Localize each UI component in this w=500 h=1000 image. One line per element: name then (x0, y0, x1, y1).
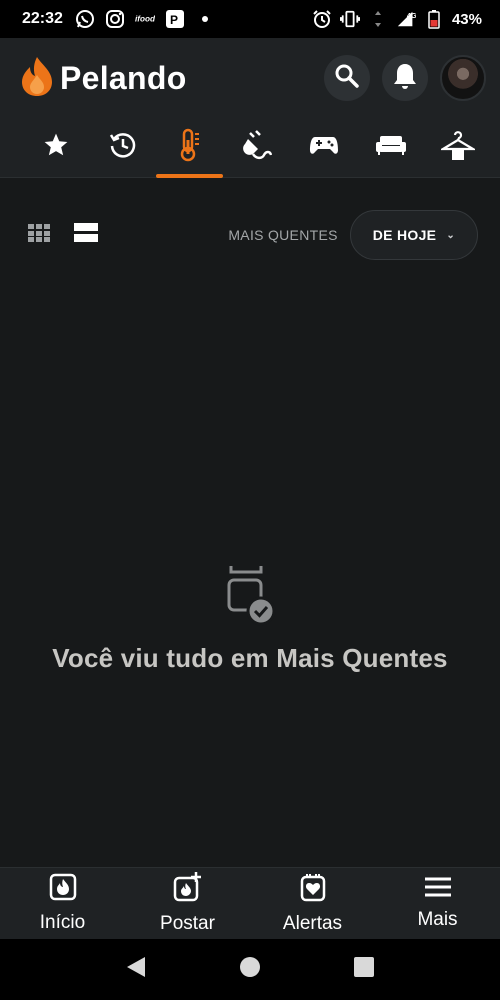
app-name: Pelando (60, 59, 187, 96)
app-logo[interactable]: Pelando (20, 55, 187, 102)
svg-text:P: P (170, 13, 178, 27)
empty-state-message: Você viu tudo em Mais Quentes (52, 643, 448, 673)
tab-games[interactable] (290, 118, 357, 178)
svg-text:4G: 4G (407, 11, 416, 20)
nav-more[interactable]: Mais (375, 868, 500, 939)
tab-home[interactable] (357, 118, 424, 178)
nav-alerts[interactable]: Alertas (250, 868, 375, 939)
tab-featured[interactable] (22, 118, 89, 178)
nav-post[interactable]: Postar (125, 868, 250, 939)
notifications-button[interactable] (382, 55, 428, 101)
home-flame-icon (49, 873, 77, 906)
avatar[interactable] (440, 55, 486, 101)
instagram-icon (105, 9, 125, 29)
whatsapp-icon (75, 9, 95, 29)
post-add-icon (173, 872, 203, 907)
plug-icon (242, 129, 272, 166)
alerts-icon (300, 872, 326, 907)
flame-logo-icon (20, 55, 54, 102)
search-icon (334, 63, 360, 94)
list-view-icon[interactable] (74, 222, 98, 248)
ifood-icon: ifood (135, 9, 155, 29)
signal-icon: 4G (396, 9, 416, 29)
hanger-icon (438, 129, 477, 166)
tab-hottest[interactable] (156, 118, 223, 178)
dot-icon (195, 9, 215, 29)
period-value: DE HOJE (372, 227, 437, 243)
alarm-icon (312, 9, 332, 29)
sort-label: MAIS QUENTES (228, 227, 338, 243)
bottom-nav: Início Postar Alertas Mais (0, 867, 500, 939)
vibrate-icon (339, 9, 360, 29)
seen-all-icon (223, 560, 277, 631)
clock-refresh-icon (109, 131, 137, 164)
battery-icon (424, 9, 444, 29)
app-header: Pelando (0, 38, 500, 118)
system-nav-bar (0, 939, 500, 1000)
grid-view-icon[interactable] (28, 223, 50, 247)
recents-icon[interactable] (353, 956, 375, 983)
menu-icon (424, 876, 452, 903)
back-icon[interactable] (125, 955, 147, 984)
nav-alerts-label: Alertas (282, 913, 343, 934)
chevron-down-icon: ⌄ (446, 229, 455, 241)
tab-recent[interactable] (89, 118, 156, 178)
status-bar: 22:32 ifood P 4G 43% (0, 0, 500, 38)
search-button[interactable] (324, 55, 370, 101)
sofa-icon (375, 134, 407, 161)
picpay-icon: P (165, 9, 185, 29)
gamepad-icon (309, 133, 339, 162)
home-icon[interactable] (239, 956, 261, 983)
feed-toolbar: MAIS QUENTES DE HOJE ⌄ (0, 210, 500, 260)
data-arrows-icon (368, 9, 388, 29)
period-dropdown[interactable]: DE HOJE ⌄ (349, 210, 478, 260)
category-tabs (0, 118, 500, 178)
nav-home[interactable]: Início (0, 868, 125, 939)
nav-home-label: Início (39, 912, 86, 933)
tab-fashion[interactable] (424, 118, 491, 178)
star-icon (43, 132, 69, 163)
nav-more-label: Mais (417, 909, 458, 930)
battery-percent: 43% (451, 10, 482, 28)
nav-post-label: Postar (160, 913, 215, 934)
tab-electronics[interactable] (223, 118, 290, 178)
empty-state: Você viu tudo em Mais Quentes (0, 560, 500, 674)
svg-text:ifood: ifood (135, 15, 155, 24)
bell-icon (392, 62, 418, 95)
status-time: 22:32 (22, 10, 63, 27)
thermometer-icon (177, 128, 203, 167)
